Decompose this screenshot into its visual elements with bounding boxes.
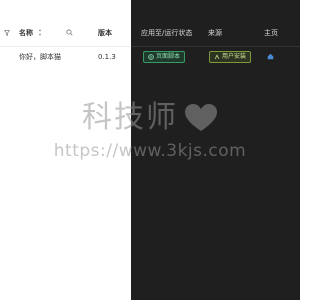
column-header-name[interactable]: 名称 [19,28,33,38]
sort-icon[interactable] [38,28,42,37]
page-script-icon [148,54,154,60]
table-row[interactable]: 你好，脚本猫 0.1.3 页面脚本 用户安装 [0,46,300,68]
search-icon[interactable] [66,29,73,36]
status-badge[interactable]: 页面脚本 [143,51,186,63]
column-header-home[interactable]: 主页 [264,28,278,38]
script-name[interactable]: 你好，脚本猫 [19,52,61,62]
script-manager-page: 名称 版本 应用至/运行状态 来源 主页 你好，脚本猫 0.1.3 页面脚本 用… [0,0,300,300]
column-header-apply-status[interactable]: 应用至/运行状态 [141,28,192,38]
status-badge-label: 页面脚本 [156,53,181,60]
table-header: 名称 版本 应用至/运行状态 来源 主页 [0,22,300,47]
user-install-icon [214,54,220,59]
column-header-source[interactable]: 来源 [208,28,222,38]
column-header-version[interactable]: 版本 [98,28,112,38]
script-version: 0.1.3 [98,53,116,61]
source-badge: 用户安装 [209,51,252,63]
home-icon[interactable] [267,53,274,60]
source-badge-label: 用户安装 [222,53,247,60]
filter-icon[interactable] [4,30,10,36]
